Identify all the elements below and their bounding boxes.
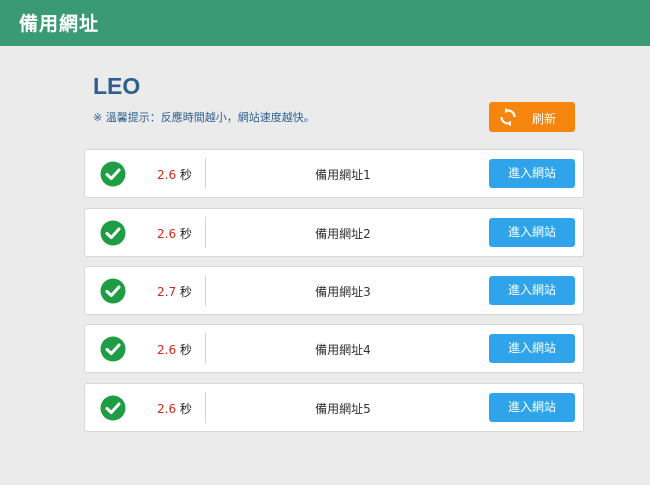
enter-site-button[interactable]: 進入網站 bbox=[489, 159, 575, 188]
response-time-unit: 秒 bbox=[179, 168, 192, 182]
response-time-value: 2.6 bbox=[157, 402, 177, 416]
check-icon bbox=[100, 336, 126, 362]
refresh-button[interactable]: 刷新 bbox=[489, 102, 575, 132]
site-row: 2.6 秒 備用網址4 進入網站 bbox=[84, 324, 584, 373]
enter-site-button[interactable]: 進入網站 bbox=[489, 218, 575, 247]
enter-site-button[interactable]: 進入網站 bbox=[489, 393, 575, 422]
response-time-unit: 秒 bbox=[179, 285, 192, 299]
brand-name: LEO bbox=[93, 73, 141, 99]
response-time: 2.6 秒 bbox=[157, 400, 192, 417]
check-icon bbox=[100, 161, 126, 187]
site-name: 備用網址4 bbox=[315, 343, 371, 357]
site-row: 2.6 秒 備用網址2 進入網站 bbox=[84, 208, 584, 257]
site-name: 備用網址2 bbox=[315, 227, 371, 241]
response-time: 2.6 秒 bbox=[157, 341, 192, 358]
response-time: 2.6 秒 bbox=[157, 166, 192, 183]
response-time-unit: 秒 bbox=[179, 227, 192, 241]
enter-site-button[interactable]: 進入網站 bbox=[489, 276, 575, 305]
site-row: 2.7 秒 備用網址3 進入網站 bbox=[84, 266, 584, 315]
check-icon bbox=[100, 395, 126, 421]
site-name: 備用網址1 bbox=[315, 168, 371, 182]
enter-site-button[interactable]: 進入網站 bbox=[489, 334, 575, 363]
top-bar: 備用網址 bbox=[0, 0, 650, 46]
response-time-value: 2.6 bbox=[157, 227, 177, 241]
page-title: 備用網址 bbox=[19, 13, 100, 35]
response-time: 2.6 秒 bbox=[157, 225, 192, 242]
refresh-icon bbox=[500, 108, 516, 126]
refresh-label: 刷新 bbox=[532, 112, 557, 126]
response-time-value: 2.6 bbox=[157, 168, 177, 182]
response-time: 2.7 秒 bbox=[157, 283, 192, 300]
hint-text: ※ 溫馨提示：反應時間越小，網站速度越快。 bbox=[93, 111, 315, 124]
response-time-value: 2.6 bbox=[157, 343, 177, 357]
site-row: 2.6 秒 備用網址5 進入網站 bbox=[84, 383, 584, 432]
check-icon bbox=[100, 220, 126, 246]
check-icon bbox=[100, 278, 126, 304]
response-time-unit: 秒 bbox=[179, 402, 192, 416]
site-name: 備用網址3 bbox=[315, 285, 371, 299]
site-row: 2.6 秒 備用網址1 進入網站 bbox=[84, 149, 584, 198]
site-name: 備用網址5 bbox=[315, 402, 371, 416]
response-time-value: 2.7 bbox=[157, 285, 177, 299]
response-time-unit: 秒 bbox=[179, 343, 192, 357]
